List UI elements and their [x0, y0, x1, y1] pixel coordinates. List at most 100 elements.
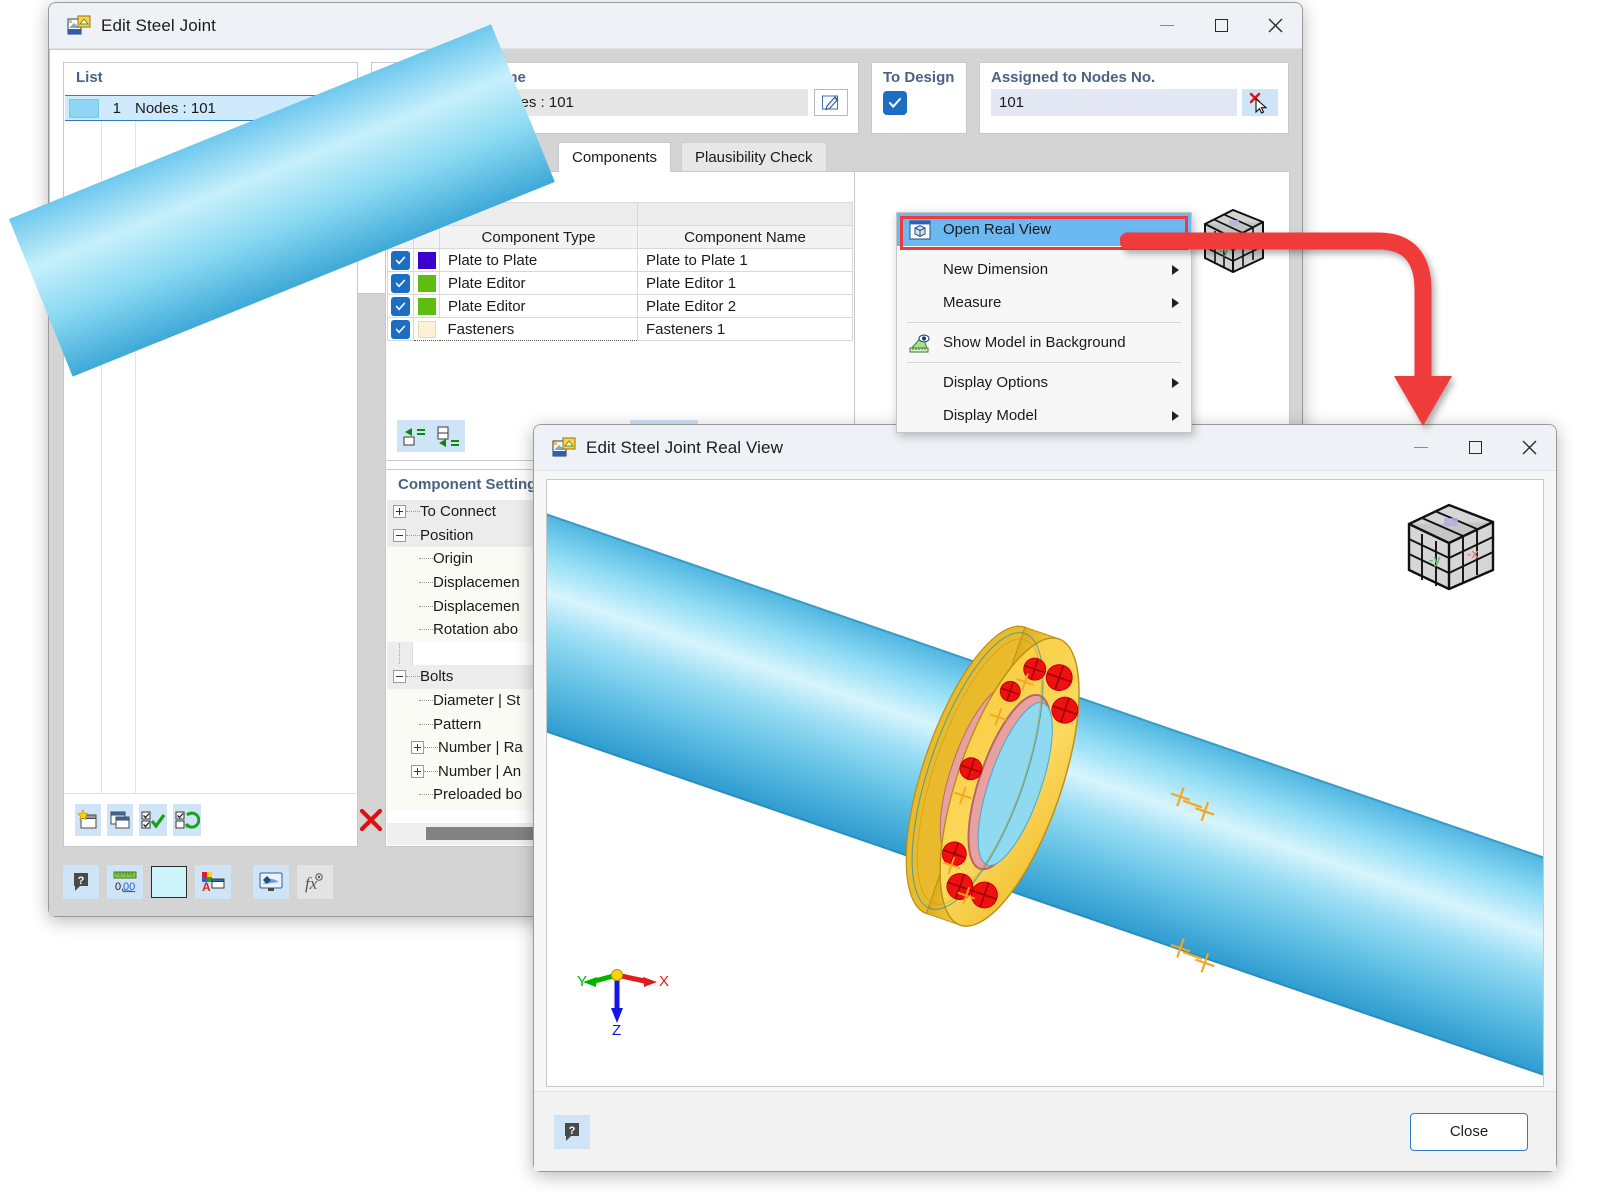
table-row[interactable]: Plate Editor Plate Editor 2	[387, 294, 853, 318]
cell-component-name: Plate Editor 1	[637, 271, 853, 295]
to-design-label: To Design	[883, 69, 955, 86]
menu-separator	[907, 322, 1181, 323]
real-view-context-menu[interactable]: Open Real View New Dimension Measure Sho…	[896, 212, 1192, 433]
cell-component-type: Fasteners	[439, 317, 638, 341]
display-properties-icon[interactable]: A	[195, 865, 231, 899]
real-view-3d-canvas[interactable]: -y -x X Y Z	[546, 479, 1544, 1087]
row-checkbox[interactable]	[391, 319, 410, 339]
to-design-box: To Design	[871, 62, 967, 134]
joint-color-swatch	[69, 98, 99, 118]
components-table[interactable]: Component Type Component Name Plate to P…	[387, 202, 853, 341]
tree-node-label: Diameter | St	[433, 692, 521, 710]
expander-minus-icon[interactable]	[393, 670, 406, 684]
row-color-swatch	[417, 274, 436, 292]
tree-node-label: To Connect	[420, 503, 496, 521]
delete-joint-icon[interactable]	[357, 804, 385, 836]
steel-joint-icon	[552, 437, 576, 459]
tree-node-label: Origin	[433, 550, 474, 568]
edit-pencil-icon[interactable]	[814, 89, 848, 116]
nav-cube-face-left[interactable]: -y	[1429, 552, 1441, 567]
row-color-swatch	[417, 297, 436, 315]
main-window-title: Edit Steel Joint	[101, 15, 216, 35]
model-view-icon[interactable]	[253, 865, 289, 899]
real-view-footer: ? Close	[534, 1091, 1556, 1171]
expander-plus-icon[interactable]	[393, 505, 406, 519]
menu-separator	[907, 249, 1181, 250]
menu-item-label: Display Model	[943, 407, 1038, 424]
select-all-icon[interactable]	[139, 803, 167, 836]
real-view-window-title: Edit Steel Joint Real View	[586, 437, 783, 457]
table-row[interactable]: Plate Editor Plate Editor 1	[387, 271, 853, 295]
close-button[interactable]	[1248, 3, 1302, 48]
invert-selection-icon[interactable]	[173, 803, 201, 836]
row-color-swatch	[417, 251, 436, 269]
maximize-button[interactable]	[1194, 3, 1248, 48]
svg-text:?: ?	[569, 1125, 576, 1137]
menu-item-label: New Dimension	[943, 261, 1049, 278]
menu-item-measure[interactable]: Measure	[897, 286, 1191, 319]
chevron-right-icon	[1172, 377, 1179, 388]
row-color-swatch	[417, 320, 436, 338]
color-swatch[interactable]	[151, 866, 187, 898]
close-button[interactable]	[1502, 425, 1556, 470]
copy-joint-icon[interactable]	[107, 803, 133, 836]
chevron-right-icon	[1172, 264, 1179, 275]
tree-node-label: Bolts	[420, 668, 454, 686]
axis-label-x: X	[659, 973, 669, 990]
expander-plus-icon[interactable]	[411, 741, 424, 755]
component-settings-title: Component Settings	[398, 476, 545, 493]
expander-minus-icon[interactable]	[393, 528, 406, 542]
axis-gizmo: X Y Z	[577, 951, 672, 1039]
tree-node-label: Displacemen	[433, 574, 520, 592]
svg-text:?: ?	[78, 875, 85, 887]
units-decimal-places-icon[interactable]: 0, 00	[107, 865, 143, 899]
tab-components[interactable]: Components	[558, 142, 672, 172]
minimize-button[interactable]	[1394, 425, 1448, 470]
nav-cube-face-right[interactable]: -x	[1467, 546, 1479, 561]
maximize-button[interactable]	[1448, 425, 1502, 470]
new-joint-icon[interactable]	[75, 803, 101, 836]
name-input[interactable]: Nodes : 101	[485, 89, 808, 116]
name-label: Name	[474, 63, 858, 89]
expander-plus-icon[interactable]	[411, 764, 424, 778]
axis-label-z: Z	[612, 1022, 621, 1036]
tree-node-label: Preloaded bo	[433, 786, 523, 804]
cell-component-type: Plate Editor	[439, 294, 638, 318]
cell-component-name: Fasteners 1	[637, 317, 853, 341]
insert-component-before-icon[interactable]	[397, 420, 431, 452]
assigned-nodes-input[interactable]: 101	[991, 89, 1237, 116]
real-view-window-controls	[1394, 425, 1556, 470]
cell-component-name: Plate Editor 2	[637, 294, 853, 318]
flanged-pipe-model	[547, 480, 1543, 1084]
menu-item-open-real-view[interactable]: Open Real View	[897, 213, 1191, 246]
row-checkbox[interactable]	[391, 296, 410, 316]
to-design-checkbox[interactable]	[883, 91, 907, 115]
tab-plausibility-check[interactable]: Plausibility Check	[681, 142, 827, 172]
menu-item-show-model-in-background[interactable]: Show Model in Background	[897, 326, 1191, 359]
main-titlebar: Edit Steel Joint	[49, 3, 1302, 49]
row-checkbox[interactable]	[391, 273, 410, 293]
close-button[interactable]: Close	[1410, 1112, 1528, 1151]
table-row[interactable]: Fasteners Fasteners 1	[387, 317, 853, 341]
main-footer-toolbar: ? 0, 00 A fx	[63, 862, 333, 902]
help-icon[interactable]: ?	[63, 865, 99, 899]
preview-navigation-cube[interactable]: -y -x	[1193, 198, 1275, 280]
real-view-window[interactable]: Edit Steel Joint Real View -y -x X Y Z ?…	[533, 424, 1557, 1172]
cell-component-type: Plate Editor	[439, 271, 638, 295]
menu-item-new-dimension[interactable]: New Dimension	[897, 253, 1191, 286]
row-checkbox[interactable]	[391, 250, 410, 270]
menu-separator	[907, 362, 1181, 363]
list-header: List	[76, 69, 103, 86]
help-icon[interactable]: ?	[554, 1114, 590, 1149]
navigation-cube[interactable]: -y -x	[1395, 492, 1507, 600]
menu-item-display-options[interactable]: Display Options	[897, 366, 1191, 399]
table-row[interactable]: Plate to Plate Plate to Plate 1	[387, 248, 853, 272]
show-model-background-icon	[897, 332, 943, 354]
select-nodes-icon[interactable]	[1242, 89, 1278, 116]
minimize-button[interactable]	[1140, 3, 1194, 48]
menu-item-display-model[interactable]: Display Model	[897, 399, 1191, 432]
formula-icon[interactable]: fx	[297, 865, 333, 899]
insert-component-after-icon[interactable]	[431, 420, 465, 452]
main-window-controls	[1140, 3, 1302, 48]
tree-node-label: Position	[420, 526, 474, 544]
